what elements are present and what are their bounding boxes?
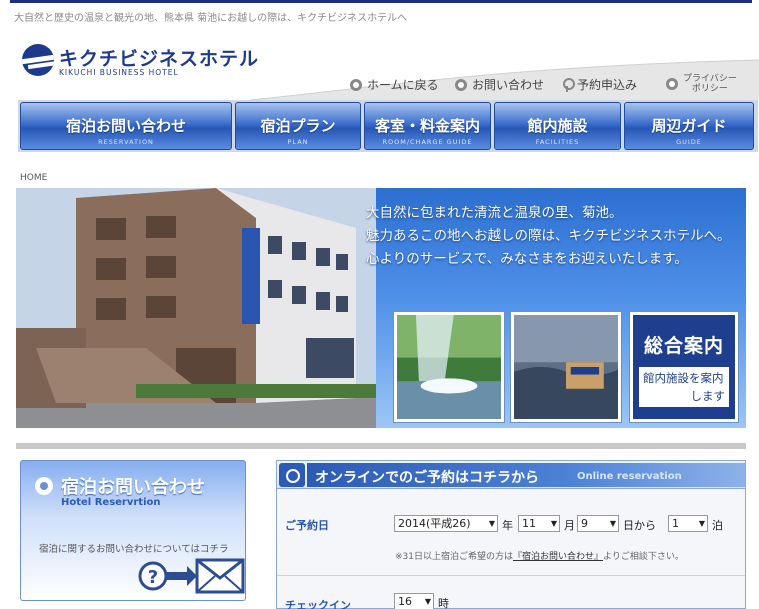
hotel-building-image <box>16 188 376 428</box>
subnav-privacy[interactable]: プライバシー ポリシー <box>666 74 737 94</box>
nights-select[interactable]: 1 <box>668 515 708 532</box>
circle-bullet-icon <box>35 477 53 495</box>
reservation-title-en: Online reservation <box>577 471 682 482</box>
nav-room-charge[interactable]: 客室・料金案内 ROOM/CHARGE GUIDE <box>364 102 491 150</box>
subnav-contact-label: お問い合わせ <box>472 78 545 92</box>
hero-banner: 大自然に包まれた清流と温泉の里、菊池。 魅力あるこの地へお越しの際は、キクチビジ… <box>16 188 746 428</box>
sidebar-subtitle: Hotel Reservrtion <box>61 497 161 508</box>
nav-label: 宿泊プラン <box>260 117 336 135</box>
circle-bullet-icon <box>455 78 467 91</box>
nav-sublabel: PLAN <box>287 138 309 146</box>
guide-sub-line2: します <box>690 389 726 403</box>
logo-title: キクチビジネスホテル <box>59 48 260 70</box>
guide-sub-line1: 館内施設を案内 <box>643 371 724 385</box>
note-suffix: よりご相談下さい。 <box>603 552 684 562</box>
sub-navigation: ホームに戻る お問い合わせ 予約申込み プライバシー ポリシー <box>0 74 759 98</box>
reservation-date-label: ご予約日 <box>285 519 329 532</box>
day-select[interactable]: 9 <box>577 515 619 532</box>
year-select[interactable]: 2014(平成26) <box>394 515 498 532</box>
pin-icon <box>562 77 575 92</box>
hero-line-2: 魅力あるこの地へお越しの際は、キクチビジネスホテルへ。 <box>366 228 731 244</box>
sidebar-reservation-inquiry[interactable]: 宿泊お問い合わせ Hotel Reservrtion 宿泊に関するお問い合わせに… <box>20 460 246 601</box>
circle-bullet-icon <box>279 463 305 487</box>
svg-text:?: ? <box>148 567 158 588</box>
nav-label: 宿泊お問い合わせ <box>65 117 186 135</box>
checkin-label: チェックイン <box>285 599 351 609</box>
sidebar-description: 宿泊に関するお問い合わせについてはコチラ <box>39 544 229 555</box>
subnav-home[interactable]: ホームに戻る <box>350 76 439 93</box>
checkin-select[interactable]: 16 <box>394 593 434 609</box>
breadcrumb[interactable]: HOME <box>20 173 47 183</box>
month-select[interactable]: 11 <box>518 515 560 532</box>
nav-label: 客室・料金案内 <box>374 117 480 135</box>
nav-sublabel: ROOM/CHARGE GUIDE <box>382 138 473 146</box>
nav-sublabel: RESERVATION <box>98 138 154 146</box>
top-border <box>10 0 752 3</box>
circle-bullet-icon <box>666 78 678 90</box>
year-unit: 年 <box>502 519 513 532</box>
general-guide-button[interactable]: 総合案内 館内施設を案内 します <box>630 312 738 422</box>
nav-label: 周辺ガイド <box>651 117 727 135</box>
subnav-contact[interactable]: お問い合わせ <box>455 76 544 93</box>
nights-unit: 泊 <box>712 519 723 532</box>
subnav-home-label: ホームに戻る <box>367 78 439 92</box>
nav-reservation[interactable]: 宿泊お問い合わせ RESERVATION <box>20 102 232 150</box>
nav-facilities[interactable]: 館内施設 FACILITIES <box>494 102 621 150</box>
nav-sublabel: GUIDE <box>676 138 702 146</box>
month-unit: 月 <box>564 519 575 532</box>
site-tagline: 大自然と歴史の温泉と観光の地、熊本県 菊池にお越しの際は、キクチビジネスホテルへ <box>14 13 408 24</box>
sidebar-title: 宿泊お問い合わせ <box>61 477 205 498</box>
nav-plan[interactable]: 宿泊プラン PLAN <box>235 102 361 150</box>
mail-icon: ? <box>138 558 245 594</box>
nav-sublabel: FACILITIES <box>535 138 580 146</box>
guide-subtext: 館内施設を案内 します <box>639 367 729 407</box>
reservation-note: ※31日以上宿泊ご希望の方は『宿泊お問い合わせ』よりご相談下さい。 <box>395 549 684 562</box>
hero-line-3: 心よりのサービスで、みなさまをお迎えいたします。 <box>366 251 688 267</box>
subnav-reserve[interactable]: 予約申込み <box>562 76 637 93</box>
subnav-reserve-label: 予約申込み <box>577 78 638 92</box>
day-unit: 日から <box>623 519 656 532</box>
global-navigation: 宿泊お問い合わせ RESERVATION 宿泊プラン PLAN 客室・料金案内 … <box>18 100 758 152</box>
hot-spring-image <box>511 312 621 422</box>
reservation-title: オンラインでのご予約はコチラから <box>315 470 539 486</box>
logo-mark-icon <box>22 44 54 76</box>
row-separator <box>277 575 745 576</box>
nav-guide[interactable]: 周辺ガイド GUIDE <box>624 102 754 150</box>
reservation-form: オンラインでのご予約はコチラから Online reservation ご予約日… <box>276 460 746 609</box>
subnav-privacy-label: プライバシー ポリシー <box>683 74 737 94</box>
site-logo[interactable]: キクチビジネスホテル KIKUCHI BUSINESS HOTEL <box>22 44 262 80</box>
privacy-line2: ポリシー <box>691 84 728 94</box>
hero-line-1: 大自然に包まれた清流と温泉の里、菊池。 <box>366 205 623 221</box>
circle-bullet-icon <box>350 78 362 91</box>
waterfall-image <box>394 312 504 422</box>
nav-label: 館内施設 <box>527 117 588 135</box>
hero-message: 大自然に包まれた清流と温泉の里、菊池。 魅力あるこの地へお越しの際は、キクチビジ… <box>366 202 731 271</box>
reservation-form-header: オンラインでのご予約はコチラから Online reservation <box>277 461 745 489</box>
reservation-inquiry-link[interactable]: 『宿泊お問い合わせ』 <box>513 552 603 562</box>
note-prefix: ※31日以上宿泊ご希望の方は <box>395 552 513 562</box>
privacy-line1: プライバシー <box>683 74 737 84</box>
section-divider <box>16 443 746 449</box>
checkin-unit: 時 <box>438 597 449 609</box>
guide-title: 総合案内 <box>643 335 724 357</box>
